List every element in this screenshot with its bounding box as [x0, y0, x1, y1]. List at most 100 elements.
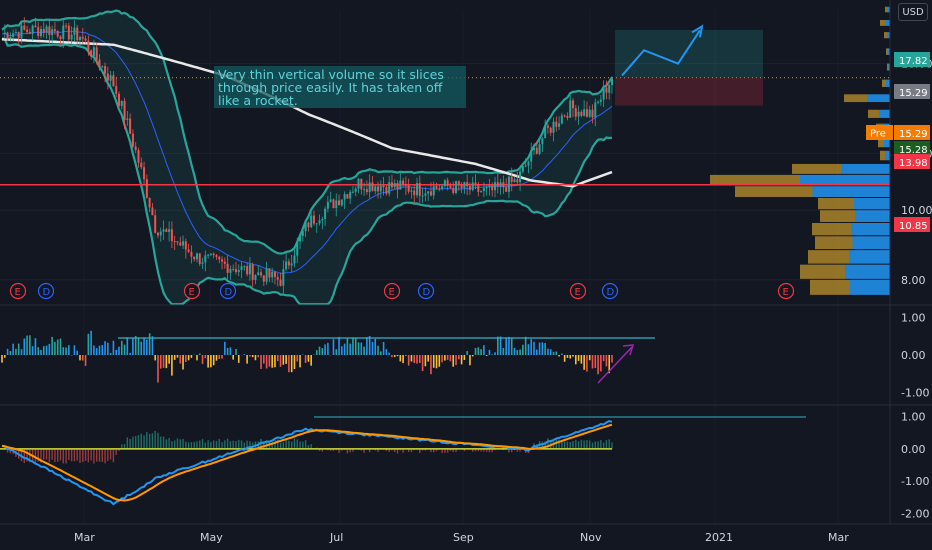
x-tick-label: 2021 — [705, 531, 733, 544]
candle-body — [455, 181, 458, 193]
price-tag-text: 17.82 — [899, 56, 928, 67]
candle-body — [104, 66, 107, 74]
candle-body — [198, 253, 201, 264]
volume-profile-bar — [884, 32, 887, 39]
price-tag-text: 10.85 — [899, 221, 928, 232]
candle-body — [535, 147, 538, 154]
candle-body — [237, 270, 240, 273]
candle-body — [67, 25, 70, 40]
candle-body — [533, 147, 536, 151]
candle-body — [544, 125, 547, 139]
osc-arrowhead — [622, 344, 635, 356]
candle-body — [39, 28, 42, 36]
volume-profile-bar — [710, 174, 800, 186]
marker-label: D — [43, 287, 51, 298]
volume-profile-bar — [887, 63, 889, 71]
candle-body — [223, 261, 226, 264]
annotation-text[interactable]: Very thin vertical volume so it slices t… — [214, 66, 466, 108]
candle-body — [182, 241, 185, 246]
candle-body — [143, 167, 146, 180]
candle-body — [449, 185, 452, 188]
candle-body — [299, 235, 302, 242]
candle-body — [513, 179, 516, 182]
candle-body — [321, 219, 324, 221]
candle-body — [360, 178, 363, 190]
candle-body — [78, 36, 81, 40]
volume-profile-bar — [792, 163, 841, 174]
candle-body — [597, 101, 600, 103]
candle-body — [560, 115, 563, 124]
candle-body — [368, 182, 371, 193]
candle-body — [611, 78, 613, 86]
candle-body — [385, 187, 388, 194]
candle-body — [12, 33, 15, 37]
candle-body — [519, 171, 522, 183]
marker-label: E — [15, 287, 21, 298]
volume-profile-bar — [851, 222, 890, 236]
candle-body — [56, 30, 59, 37]
candle-body — [329, 199, 332, 202]
candle-body — [276, 276, 279, 280]
candle-body — [123, 100, 126, 120]
volume-profile-bar — [886, 48, 888, 55]
candle-body — [293, 255, 296, 264]
candle-body — [240, 266, 243, 271]
candle-body — [516, 179, 519, 183]
candle-body — [474, 182, 477, 185]
candle-body — [92, 47, 95, 57]
candle-body — [343, 194, 346, 200]
candle-body — [505, 187, 508, 192]
volume-profile-bar — [867, 94, 890, 103]
x-tick-label: Mar — [828, 531, 849, 544]
candle-body — [131, 133, 134, 147]
volume-profile-bar — [886, 79, 890, 87]
candle-body — [346, 194, 349, 199]
candle-body — [488, 185, 491, 188]
candle-body — [310, 215, 313, 228]
volume-profile-bar — [735, 186, 813, 198]
price-tag-text: 15.29 — [899, 88, 928, 99]
candle-body — [156, 232, 159, 236]
candle-body — [491, 185, 494, 191]
candle-body — [452, 187, 455, 193]
volume-profile-bar — [885, 20, 890, 26]
candle-body — [129, 118, 132, 134]
candle-body — [9, 36, 12, 40]
candle-body — [126, 118, 129, 120]
marker-label: E — [575, 287, 581, 298]
volume-profile-bar — [868, 109, 879, 118]
candle-body — [324, 208, 327, 220]
candle-body — [37, 27, 40, 36]
candle-body — [365, 189, 368, 193]
earnings-dividend-markers: EDEDEDEDE — [9, 282, 795, 300]
candle-body — [527, 161, 530, 166]
candle-body — [374, 186, 377, 192]
candle-body — [260, 272, 263, 276]
y-tick-label: 10.00 — [901, 204, 932, 217]
candle-body — [51, 29, 54, 36]
candle-body — [538, 144, 541, 154]
candle-body — [190, 251, 193, 257]
currency-label[interactable]: USD — [898, 3, 928, 21]
macd-tick-label: 0.00 — [901, 443, 926, 456]
candle-body — [76, 27, 79, 40]
volume-profile-bar — [810, 279, 850, 295]
candle-body — [207, 254, 210, 256]
y-tick-label: 8.00 — [901, 274, 926, 287]
candle-body — [195, 253, 198, 260]
candle-body — [221, 259, 224, 262]
chart-canvas[interactable]: EDEDEDEDE 8.0010.0012.0016.00MarMayJulSe… — [0, 0, 932, 550]
candle-body — [232, 268, 235, 270]
volume-profile-bar — [854, 198, 890, 210]
candle-body — [482, 188, 485, 191]
candle-body — [101, 66, 104, 68]
candle-body — [510, 176, 513, 182]
long-position-box[interactable] — [615, 24, 763, 106]
candle-body — [115, 86, 118, 94]
candle-body — [170, 229, 173, 242]
candle-body — [494, 182, 497, 191]
candle-body — [377, 186, 380, 192]
candle-body — [549, 127, 552, 133]
x-tick-label: Nov — [580, 531, 602, 544]
candle-body — [34, 25, 37, 28]
